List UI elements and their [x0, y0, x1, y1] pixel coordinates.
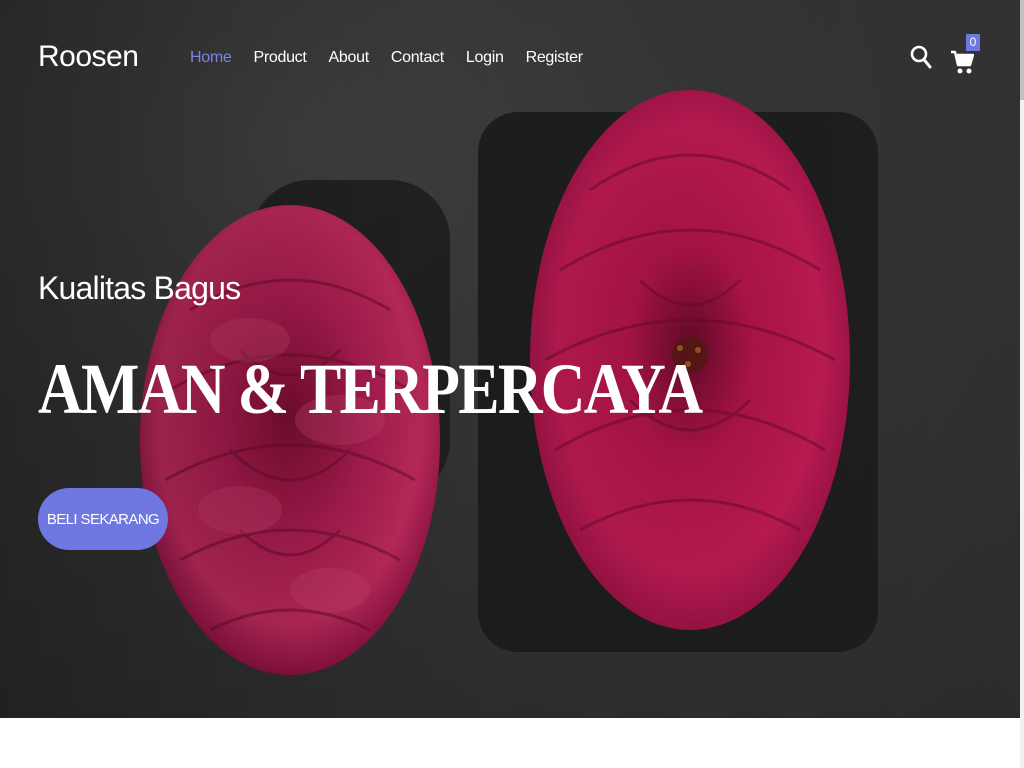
hero-title: AMAN & TERPERCAYA — [38, 349, 703, 429]
nav-link-home[interactable]: Home — [190, 49, 232, 66]
page-scrollbar[interactable] — [1020, 0, 1024, 768]
scrollbar-thumb[interactable] — [1020, 0, 1024, 100]
nav-link-register[interactable]: Register — [526, 49, 583, 66]
hero-subtitle: Kualitas Bagus — [38, 270, 241, 306]
search-icon[interactable] — [910, 44, 932, 77]
content-below-hero — [0, 718, 1020, 768]
nav-item-home: Home — [190, 49, 232, 67]
nav-icons: 0 — [910, 33, 980, 77]
cart-count-badge: 0 — [966, 33, 980, 51]
nav-item-about: About — [329, 49, 370, 67]
nav-menu: Home Product About Contact Login Registe… — [190, 49, 583, 67]
navbar: Roosen Home Product About Contact Login … — [0, 0, 1020, 120]
nav-item-contact: Contact — [391, 49, 444, 67]
nav-link-about[interactable]: About — [329, 49, 370, 66]
nav-item-register: Register — [526, 49, 583, 67]
cart-button[interactable]: 0 — [950, 33, 980, 76]
nav-item-product: Product — [253, 49, 306, 67]
nav-link-login[interactable]: Login — [466, 49, 504, 66]
nav-link-product[interactable]: Product — [253, 49, 306, 66]
brand-logo[interactable]: Roosen — [38, 40, 139, 74]
hero-content: Kualitas Bagus AMAN & TERPERCAYA BELI SE… — [38, 270, 809, 550]
buy-now-button[interactable]: BELI SEKARANG — [38, 488, 168, 550]
nav-item-login: Login — [466, 49, 504, 67]
nav-link-contact[interactable]: Contact — [391, 49, 444, 66]
